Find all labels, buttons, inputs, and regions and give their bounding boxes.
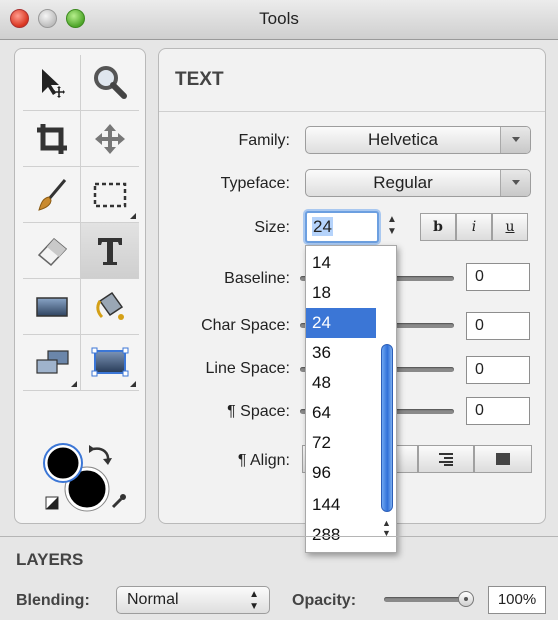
size-label: Size:	[254, 219, 290, 236]
family-popup[interactable]: Helvetica	[305, 126, 531, 154]
magnifier-icon	[94, 65, 127, 99]
blending-popup[interactable]: Normal ▲ ▼	[116, 586, 270, 614]
tool-marquee[interactable]	[81, 167, 139, 223]
chevron-down-icon	[500, 127, 530, 153]
align-right-icon	[439, 453, 453, 466]
stepper-up-icon[interactable]: ▲	[386, 214, 398, 226]
marquee-icon	[93, 182, 127, 207]
typeface-value: Regular	[373, 173, 433, 192]
divider	[159, 111, 545, 112]
scrollbar-thumb[interactable]	[381, 344, 393, 512]
paragraph-space-label: ¶ Space:	[227, 403, 290, 420]
paint-bucket-icon	[96, 291, 124, 320]
size-option[interactable]: 18	[306, 278, 376, 308]
size-option[interactable]: 64	[306, 398, 376, 428]
size-option[interactable]: 144	[306, 490, 376, 520]
color-wells	[43, 441, 133, 519]
bold-button[interactable]: b	[420, 213, 456, 241]
arrow-move-icon	[41, 68, 65, 98]
opacity-slider-knob[interactable]	[458, 591, 474, 607]
tool-zoom[interactable]	[81, 55, 139, 111]
scroll-arrows-icon[interactable]: ▲ ▼	[382, 518, 391, 538]
tool-crop[interactable]	[23, 111, 81, 167]
tool-brush[interactable]	[23, 167, 81, 223]
opacity-label: Opacity:	[292, 592, 357, 609]
submenu-indicator	[130, 381, 136, 387]
size-stepper[interactable]: ▲ ▼	[386, 214, 398, 240]
size-value: 24	[312, 217, 333, 236]
move-arrows-icon	[95, 123, 125, 154]
swap-colors-icon[interactable]	[89, 445, 112, 465]
baseline-label: Baseline:	[224, 270, 290, 287]
align-justify-icon	[496, 453, 510, 465]
crop-icon	[36, 123, 67, 154]
opacity-field[interactable]: 100%	[488, 586, 546, 614]
size-option[interactable]: 72	[306, 428, 376, 458]
title-bar: Tools	[0, 0, 558, 40]
text-t-icon	[98, 237, 122, 265]
tool-palette	[14, 48, 146, 524]
typeface-label: Typeface:	[220, 175, 290, 192]
family-value: Helvetica	[368, 130, 438, 149]
family-label: Family:	[238, 132, 290, 149]
blending-value: Normal	[127, 591, 179, 608]
stepper-down-icon[interactable]: ▼	[386, 226, 398, 238]
layer-stack-icon	[35, 349, 69, 374]
tool-move[interactable]	[81, 111, 139, 167]
blending-label: Blending:	[16, 592, 90, 609]
submenu-indicator	[71, 381, 77, 387]
tool-text[interactable]	[81, 223, 139, 279]
align-justify-button[interactable]	[474, 445, 532, 473]
line-space-label: Line Space:	[205, 360, 290, 377]
line-space-field[interactable]: 0	[466, 356, 530, 384]
typeface-popup[interactable]: Regular	[305, 169, 531, 197]
foreground-color-well[interactable]	[43, 443, 83, 483]
window-title: Tools	[259, 9, 299, 28]
dropdown-scrollbar[interactable]: ▲ ▼	[380, 250, 394, 546]
char-space-field[interactable]: 0	[466, 312, 530, 340]
paragraph-align-label: ¶ Align:	[237, 452, 290, 469]
tool-fill[interactable]	[81, 279, 139, 335]
align-right-button[interactable]	[418, 445, 474, 473]
size-dropdown-menu: 14 18 24 36 48 64 72 96 144 288 ▲ ▼	[305, 245, 397, 553]
divider	[0, 536, 558, 537]
italic-button[interactable]: i	[456, 213, 492, 241]
size-option[interactable]: 14	[306, 248, 376, 278]
underline-button[interactable]: u	[492, 213, 528, 241]
size-option[interactable]: 48	[306, 368, 376, 398]
brush-icon	[37, 178, 66, 211]
tool-select[interactable]	[23, 55, 81, 111]
size-option[interactable]: 288	[306, 520, 376, 550]
size-option[interactable]: 36	[306, 338, 376, 368]
tool-rectangle[interactable]	[23, 279, 81, 335]
updown-arrows-icon: ▲ ▼	[249, 589, 259, 612]
tool-selection-frame[interactable]	[81, 335, 139, 391]
tool-eraser[interactable]	[23, 223, 81, 279]
chevron-down-icon	[500, 170, 530, 196]
char-space-label: Char Space:	[201, 317, 290, 334]
size-option-selected[interactable]: 24	[306, 308, 376, 338]
size-option[interactable]: 96	[306, 458, 376, 488]
layers-title: LAYERS	[16, 550, 84, 569]
selection-frame-icon	[91, 347, 129, 376]
submenu-indicator	[130, 213, 136, 219]
rectangle-icon	[35, 296, 68, 317]
eraser-icon	[37, 237, 67, 266]
paragraph-space-field[interactable]: 0	[466, 397, 530, 425]
size-input[interactable]: 24	[305, 211, 379, 243]
tool-layers[interactable]	[23, 335, 81, 391]
eyedropper-icon[interactable]	[111, 494, 126, 509]
panel-title: TEXT	[175, 69, 224, 90]
baseline-field[interactable]: 0	[466, 263, 530, 291]
default-colors-icon[interactable]	[45, 496, 59, 510]
